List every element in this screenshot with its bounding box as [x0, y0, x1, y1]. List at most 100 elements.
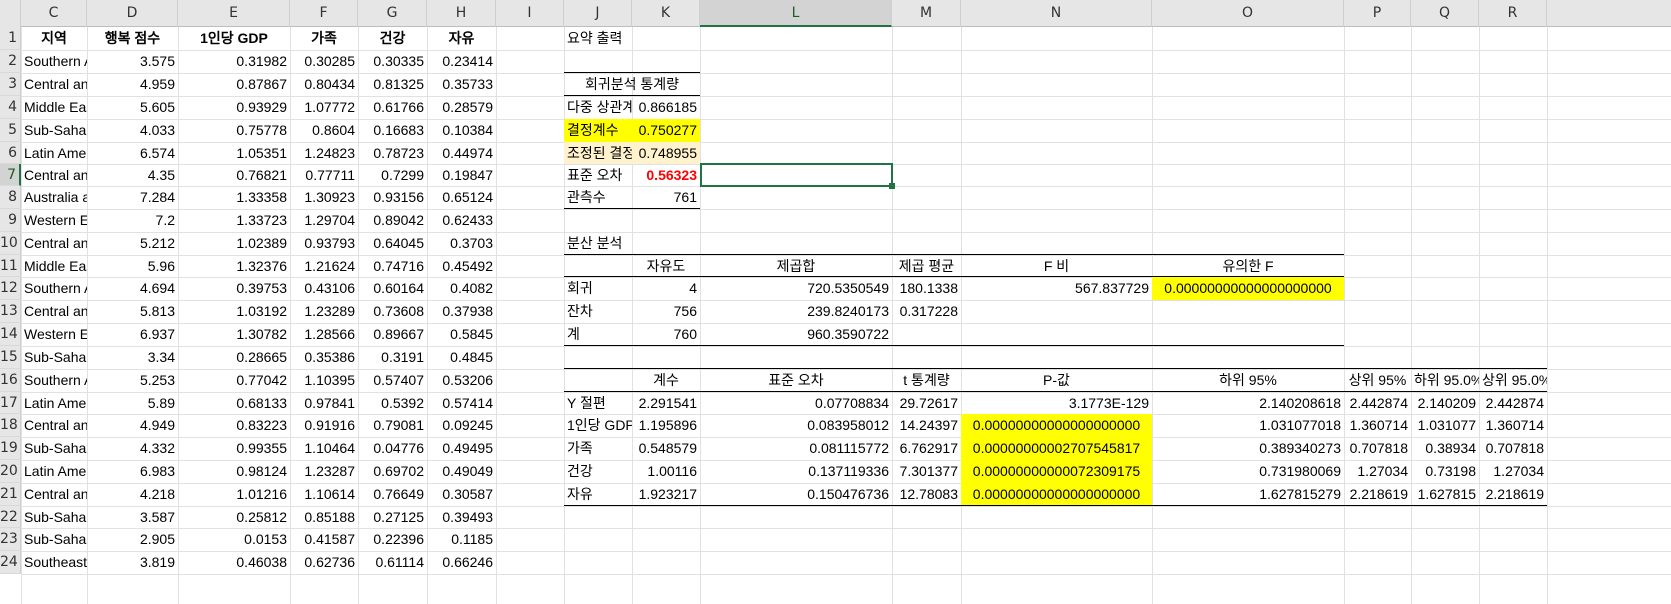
- region-cell[interactable]: Central and Eastern Europe: [21, 414, 87, 437]
- coef-value-cell[interactable]: 0.083958012: [700, 414, 892, 437]
- region-cell[interactable]: Southern Asia: [21, 50, 87, 73]
- data-value-cell[interactable]: 0.43106: [290, 277, 358, 300]
- data-value-cell[interactable]: 0.3703: [427, 232, 496, 255]
- reg-stat-value[interactable]: 0.866185: [632, 96, 700, 119]
- region-cell[interactable]: Central and Eastern Europe: [21, 73, 87, 96]
- data-value-cell[interactable]: 0.30587: [427, 483, 496, 506]
- data-value-cell[interactable]: 0.49495: [427, 437, 496, 460]
- coef-row-label[interactable]: Y 절편: [564, 392, 632, 414]
- row-header-24[interactable]: 24: [0, 551, 21, 574]
- data-header-cell[interactable]: 지역: [21, 27, 87, 50]
- data-value-cell[interactable]: 0.78723: [358, 142, 427, 164]
- data-value-cell[interactable]: 4.949: [87, 414, 178, 437]
- reg-stats-header[interactable]: 회귀분석 통계량: [564, 73, 700, 96]
- data-value-cell[interactable]: 1.10464: [290, 437, 358, 460]
- data-value-cell[interactable]: 1.32376: [178, 255, 290, 277]
- coef-value-cell[interactable]: 0.731980069: [1152, 460, 1344, 483]
- data-value-cell[interactable]: 0.0153: [178, 528, 290, 551]
- region-cell[interactable]: Sub-Saharan Africa: [21, 346, 87, 369]
- row-header-12[interactable]: 12: [0, 277, 21, 300]
- coef-value-cell[interactable]: 0.38934: [1411, 437, 1479, 460]
- region-cell[interactable]: Southern Asia: [21, 277, 87, 300]
- anova-value-cell[interactable]: 756: [632, 300, 700, 323]
- data-value-cell[interactable]: 1.24823: [290, 142, 358, 164]
- data-value-cell[interactable]: 0.57414: [427, 392, 496, 414]
- coef-value-cell[interactable]: 2.291541: [632, 392, 700, 414]
- data-value-cell[interactable]: 3.587: [87, 506, 178, 528]
- coef-value-cell[interactable]: 1.360714: [1479, 414, 1547, 437]
- data-value-cell[interactable]: 1.05351: [178, 142, 290, 164]
- row-header-23[interactable]: 23: [0, 528, 21, 551]
- data-value-cell[interactable]: 5.605: [87, 96, 178, 119]
- region-cell[interactable]: Middle East and Northern Africa: [21, 96, 87, 119]
- coef-row-label[interactable]: 가족: [564, 437, 632, 460]
- coef-header-cell[interactable]: 계수: [632, 369, 700, 392]
- data-value-cell[interactable]: 0.30285: [290, 50, 358, 73]
- column-header-l[interactable]: L: [700, 0, 892, 27]
- coef-value-cell[interactable]: 2.218619: [1479, 483, 1547, 506]
- data-value-cell[interactable]: 4.694: [87, 277, 178, 300]
- row-header-18[interactable]: 18: [0, 414, 21, 437]
- coef-row-label[interactable]: 1인당 GDP: [564, 414, 632, 437]
- coef-value-cell[interactable]: 0.081115772: [700, 437, 892, 460]
- data-value-cell[interactable]: 0.35733: [427, 73, 496, 96]
- coef-row-label[interactable]: 자유: [564, 483, 632, 506]
- reg-stat-value[interactable]: 0.56323: [632, 164, 700, 186]
- data-value-cell[interactable]: 7.284: [87, 186, 178, 209]
- data-value-cell[interactable]: 0.28579: [427, 96, 496, 119]
- region-cell[interactable]: Australia and New Zealand: [21, 186, 87, 209]
- anova-value-cell[interactable]: 239.8240173: [700, 300, 892, 323]
- anova-value-cell[interactable]: 720.5350549: [700, 277, 892, 300]
- data-header-cell[interactable]: 자유: [427, 27, 496, 50]
- row-header-7[interactable]: 7: [0, 164, 21, 186]
- anova-header-cell[interactable]: 자유도: [632, 255, 700, 277]
- region-cell[interactable]: Western Europe: [21, 209, 87, 232]
- data-value-cell[interactable]: 0.81325: [358, 73, 427, 96]
- anova-header-cell[interactable]: 유의한 F: [1152, 255, 1344, 277]
- coef-value-cell[interactable]: 3.1773E-129: [961, 392, 1152, 414]
- data-value-cell[interactable]: 0.83223: [178, 414, 290, 437]
- data-value-cell[interactable]: 0.23414: [427, 50, 496, 73]
- coef-value-cell[interactable]: 0.707818: [1344, 437, 1411, 460]
- data-value-cell[interactable]: 0.68133: [178, 392, 290, 414]
- data-value-cell[interactable]: 0.4845: [427, 346, 496, 369]
- anova-row-label[interactable]: 회귀: [564, 277, 632, 300]
- row-header-5[interactable]: 5: [0, 119, 21, 142]
- data-value-cell[interactable]: 4.35: [87, 164, 178, 186]
- data-value-cell[interactable]: 2.905: [87, 528, 178, 551]
- reg-stat-label[interactable]: 다중 상관계수: [564, 96, 632, 119]
- data-value-cell[interactable]: 0.53206: [427, 369, 496, 392]
- coef-value-cell[interactable]: 2.218619: [1344, 483, 1411, 506]
- data-value-cell[interactable]: 0.76649: [358, 483, 427, 506]
- coef-value-cell[interactable]: 0.73198: [1411, 460, 1479, 483]
- data-value-cell[interactable]: 0.39493: [427, 506, 496, 528]
- coef-value-cell[interactable]: 1.27034: [1344, 460, 1411, 483]
- coef-value-cell[interactable]: 29.72617: [892, 392, 961, 414]
- data-value-cell[interactable]: 0.61766: [358, 96, 427, 119]
- data-value-cell[interactable]: 0.93793: [290, 232, 358, 255]
- data-value-cell[interactable]: 0.91916: [290, 414, 358, 437]
- column-header-r[interactable]: R: [1479, 0, 1547, 27]
- data-value-cell[interactable]: 0.66246: [427, 551, 496, 574]
- coef-header-cell[interactable]: 상위 95%: [1344, 369, 1411, 392]
- coef-value-cell[interactable]: 0.00000000002707545817: [961, 437, 1152, 460]
- data-value-cell[interactable]: 0.69702: [358, 460, 427, 483]
- data-value-cell[interactable]: 0.04776: [358, 437, 427, 460]
- select-all-corner[interactable]: [0, 0, 21, 27]
- data-value-cell[interactable]: 0.5392: [358, 392, 427, 414]
- coef-value-cell[interactable]: 0.00000000000072309175: [961, 460, 1152, 483]
- data-value-cell[interactable]: 5.89: [87, 392, 178, 414]
- reg-stat-label[interactable]: 표준 오차: [564, 164, 632, 186]
- data-value-cell[interactable]: 1.10395: [290, 369, 358, 392]
- coef-value-cell[interactable]: 1.031077018: [1152, 414, 1344, 437]
- region-cell[interactable]: Latin America and Caribbean: [21, 392, 87, 414]
- data-value-cell[interactable]: 1.07772: [290, 96, 358, 119]
- data-value-cell[interactable]: 0.75778: [178, 119, 290, 142]
- row-header-17[interactable]: 17: [0, 392, 21, 414]
- coef-value-cell[interactable]: 0.00000000000000000000: [961, 414, 1152, 437]
- coef-header-cell[interactable]: 상위 95.0%: [1479, 369, 1547, 392]
- data-value-cell[interactable]: 0.10384: [427, 119, 496, 142]
- column-header-e[interactable]: E: [178, 0, 290, 27]
- data-value-cell[interactable]: 0.85188: [290, 506, 358, 528]
- data-value-cell[interactable]: 0.73608: [358, 300, 427, 323]
